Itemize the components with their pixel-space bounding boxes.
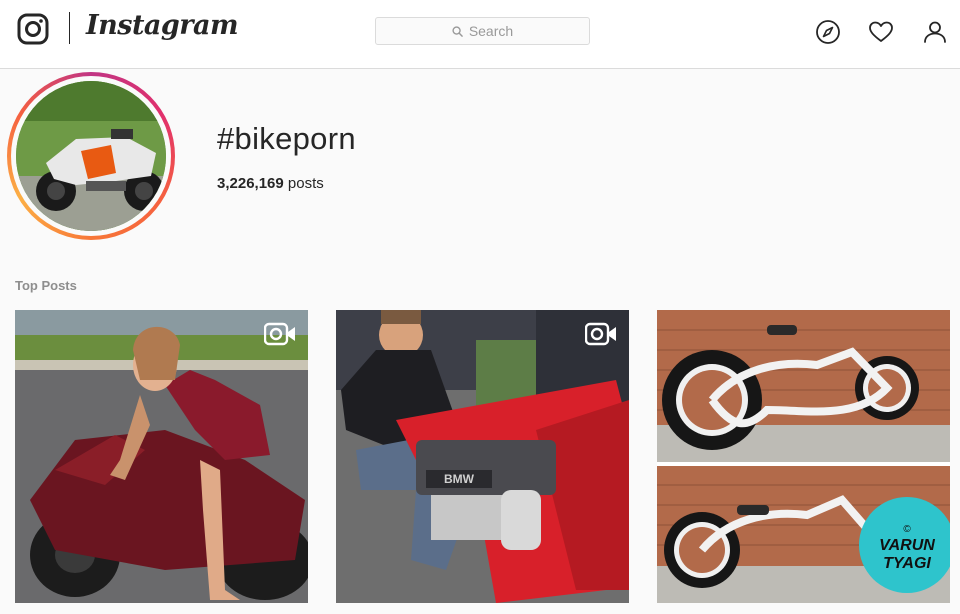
hashtag-avatar[interactable] — [7, 72, 175, 240]
watermark-copyright: © — [903, 524, 911, 535]
hashtag-avatar-image — [16, 81, 166, 231]
post-thumbnail[interactable]: BMW — [336, 310, 629, 603]
logo-divider — [69, 12, 70, 44]
search-placeholder: Search — [468, 23, 514, 39]
hashtag-title: #bikeporn — [217, 121, 356, 156]
watermark-line2: TYAGI — [883, 555, 931, 572]
instagram-glyph-icon[interactable] — [17, 13, 49, 45]
post-thumbnail[interactable]: © VARUN TYAGI — [657, 310, 950, 603]
search-icon — [452, 25, 463, 37]
video-icon — [585, 322, 616, 346]
post-thumbnail[interactable] — [15, 310, 308, 603]
post-count: 3,226,169 posts — [217, 175, 324, 192]
compass-icon[interactable] — [815, 19, 841, 45]
video-icon — [264, 322, 295, 346]
top-navigation-bar: Instagram Search — [0, 0, 960, 69]
search-input[interactable]: Search — [375, 17, 590, 45]
post-count-number: 3,226,169 — [217, 175, 284, 192]
top-posts-label: Top Posts — [15, 278, 77, 293]
heart-icon[interactable] — [868, 19, 894, 45]
watermark-line1: VARUN — [879, 537, 935, 554]
instagram-wordmark[interactable]: Instagram — [86, 10, 239, 41]
post-count-unit: posts — [283, 175, 324, 192]
engine-badge-text: BMW — [444, 472, 475, 486]
user-icon[interactable] — [922, 19, 948, 45]
